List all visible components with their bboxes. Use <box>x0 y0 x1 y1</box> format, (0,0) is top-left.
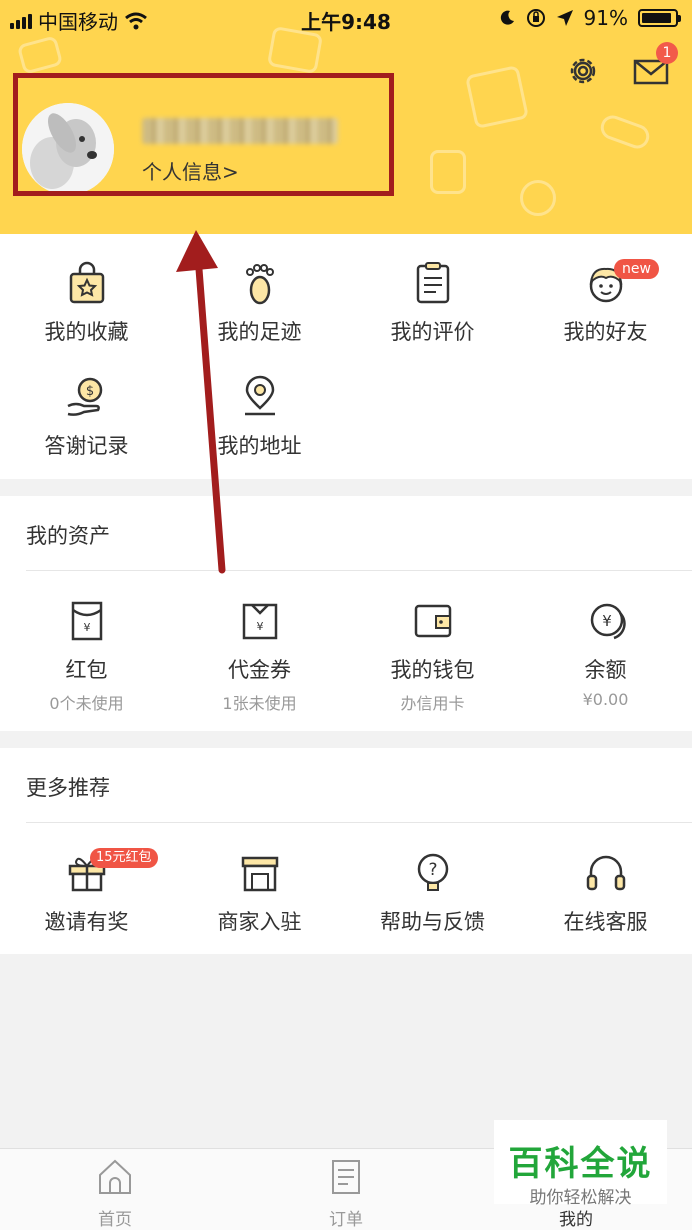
tab-label: 我的 <box>559 1210 593 1230</box>
tab-home[interactable]: 首页 <box>55 1157 175 1230</box>
home-icon <box>99 1159 131 1194</box>
watermark-subtitle: 助你轻松解决 <box>529 1188 632 1208</box>
tab-label: 订单 <box>329 1210 363 1230</box>
tab-orders[interactable]: 订单 <box>286 1157 406 1230</box>
shortcut-label: 我的地址 <box>217 434 302 458</box>
clipboard-icon <box>416 262 449 304</box>
battery-icon <box>638 9 681 27</box>
battery-percent: 91% <box>583 6 628 30</box>
shortcut-label: 答谢记录 <box>44 434 129 458</box>
asset-sub: 1张未使用 <box>222 694 297 713</box>
status-right: 91% <box>498 6 681 30</box>
asset-voucher[interactable]: ¥ 代金券 1张未使用 <box>173 598 346 714</box>
shortcut-footprints[interactable]: 我的足迹 <box>173 260 346 346</box>
asset-sub: ¥0.00 <box>582 690 629 709</box>
headset-icon <box>586 855 625 891</box>
yuan-coin-icon: ¥ <box>590 603 626 640</box>
location-pin-icon <box>244 375 275 416</box>
asset-wallet[interactable]: 我的钱包 办信用卡 <box>346 598 519 714</box>
header-decoration <box>16 35 64 75</box>
status-bar: 中国移动 上午9:48 91% <box>0 0 692 36</box>
shortcut-thanks-records[interactable]: $ 答谢记录 <box>0 374 173 460</box>
asset-label: 代金券 <box>228 658 291 682</box>
bag-star-icon <box>69 261 104 304</box>
shortcut-label: 我的好友 <box>563 320 648 344</box>
svg-text:?: ? <box>428 860 437 880</box>
more-label: 商家入驻 <box>217 910 302 934</box>
shortcut-label: 我的足迹 <box>217 320 302 344</box>
moon-icon <box>500 10 514 25</box>
shortcut-reviews[interactable]: 我的评价 <box>346 260 519 346</box>
header-decoration <box>430 150 466 194</box>
hand-coin-icon: $ <box>66 377 102 416</box>
footprint-icon <box>245 264 274 305</box>
shortcut-addresses[interactable]: 我的地址 <box>173 374 346 460</box>
shortcut-friends[interactable]: 我的好友 <box>519 260 692 346</box>
asset-balance[interactable]: ¥ 余额 ¥0.00 <box>519 598 692 709</box>
settings-button[interactable] <box>564 52 602 90</box>
red-envelope-icon: ¥ <box>71 601 102 641</box>
battery-fill <box>642 13 672 23</box>
highlight-box <box>13 73 394 196</box>
shortcuts-section: 我的收藏 我的足迹 我的评价 我的好友 $ 答谢记录 我的地址 <box>0 234 692 479</box>
order-list-icon <box>332 1160 360 1194</box>
more-label: 在线客服 <box>563 910 648 934</box>
svg-text:¥: ¥ <box>83 621 90 634</box>
tab-label: 首页 <box>98 1210 132 1230</box>
location-arrow-icon <box>556 10 573 26</box>
svg-text:¥: ¥ <box>602 612 612 630</box>
shortcut-favorites[interactable]: 我的收藏 <box>0 260 173 346</box>
assets-title: 我的资产 <box>26 524 110 548</box>
svg-text:¥: ¥ <box>256 620 263 633</box>
gear-icon <box>570 58 596 84</box>
shortcut-label: 我的收藏 <box>44 320 129 344</box>
more-merchant[interactable]: 商家入驻 <box>173 850 346 936</box>
asset-label: 余额 <box>584 658 627 682</box>
reward-badge: 15元红包 <box>90 848 158 868</box>
more-label: 帮助与反馈 <box>380 910 485 934</box>
svg-text:$: $ <box>85 384 93 399</box>
asset-sub: 办信用卡 <box>400 694 465 713</box>
header-decoration <box>597 112 653 152</box>
wallet-icon <box>414 604 451 638</box>
asset-label: 我的钱包 <box>390 658 475 682</box>
more-customer-service[interactable]: 在线客服 <box>519 850 692 936</box>
header-decoration <box>464 64 530 130</box>
asset-label: 红包 <box>65 658 108 682</box>
divider <box>26 822 692 823</box>
store-icon <box>241 856 278 892</box>
shortcut-label: 我的评价 <box>390 320 475 344</box>
divider <box>26 570 692 571</box>
help-bulb-icon: ? <box>417 853 448 891</box>
asset-sub: 0个未使用 <box>49 694 124 713</box>
assets-section: 我的资产 ¥ 红包 0个未使用 ¥ 代金券 1张未使用 我的钱包 办信用卡 ¥ … <box>0 496 692 731</box>
voucher-icon: ¥ <box>242 603 277 640</box>
watermark-logo: 百科全说 助你轻松解决 <box>494 1120 667 1208</box>
mail-badge: 1 <box>656 42 678 64</box>
more-label: 邀请有奖 <box>44 910 129 934</box>
asset-red-envelope[interactable]: ¥ 红包 0个未使用 <box>0 598 173 714</box>
new-badge: new <box>614 259 659 279</box>
rotation-lock-icon <box>526 9 545 27</box>
more-title: 更多推荐 <box>26 776 110 800</box>
watermark-title: 百科全说 <box>508 1144 653 1184</box>
header-decoration <box>520 180 556 216</box>
more-help[interactable]: ? 帮助与反馈 <box>346 850 519 936</box>
